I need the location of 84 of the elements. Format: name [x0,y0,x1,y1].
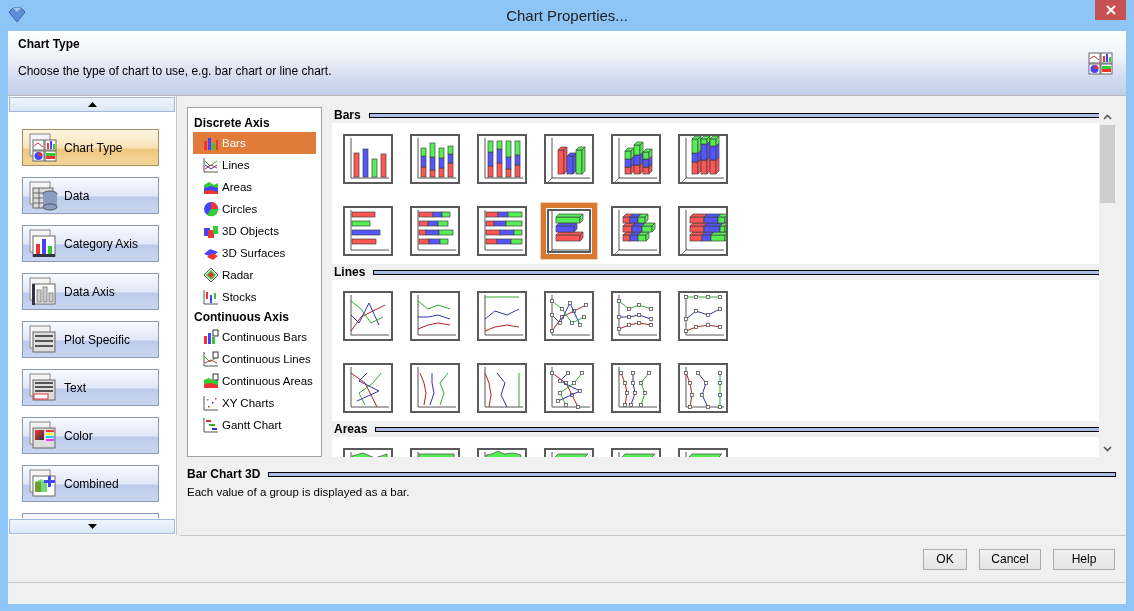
nav-button[interactable]: Color [22,417,159,454]
chart-option[interactable] [477,134,527,184]
dialog-button[interactable]: Cancel [979,548,1041,570]
list-item[interactable]: Areas [193,176,316,198]
database-icon [27,179,60,212]
list-item[interactable]: 3D Surfaces [193,242,316,264]
list-item[interactable]: XY Charts [193,392,316,414]
area-chart-icon [203,373,219,389]
nav-button[interactable]: Data Axis [22,273,159,310]
dialog-button[interactable]: OK [923,548,967,570]
chart-option[interactable] [477,206,527,256]
chart-option[interactable] [410,134,460,184]
nav-button[interactable]: Chart Type [22,129,159,166]
caret-up-icon [87,102,97,107]
chart-option[interactable] [544,134,594,184]
list-item[interactable]: Lines [193,154,316,176]
chart-option[interactable] [544,291,594,341]
page-title: Chart Type [18,37,80,51]
line-chart-icon [203,157,219,173]
window-title: Chart Properties... [506,7,628,24]
chart-option[interactable] [477,291,527,341]
chart-grid-icon [27,131,60,164]
section-heading: Bars [334,108,361,122]
list-item[interactable]: Continuous Lines [193,348,316,370]
chart-option[interactable] [410,206,460,256]
chart-option[interactable] [410,291,460,341]
section-heading: Areas [334,422,368,436]
chart-option[interactable] [611,206,661,256]
chart-option[interactable] [410,363,460,413]
nav-button[interactable]: Combined [22,465,159,502]
chart-option[interactable] [678,291,728,341]
group-heading: Discrete Axis [193,115,271,132]
caret-down-icon [87,524,97,529]
list-item[interactable]: Radar [193,264,316,286]
list-item[interactable]: Circles [193,198,316,220]
chart-option[interactable] [477,363,527,413]
chart-option[interactable] [611,291,661,341]
chevron-up-icon [1103,114,1112,120]
chart-option[interactable] [678,134,728,184]
radar-icon [203,267,219,283]
list-item[interactable]: Continuous Areas [193,370,316,392]
bar-chart-icon [613,208,659,254]
nav-button[interactable]: Plot Specific [22,321,159,358]
bar-chart-icon [680,208,726,254]
pie-chart-icon [203,201,219,217]
chevron-down-icon [1103,446,1112,452]
section-heading: Lines [334,265,366,279]
close-icon [1105,5,1116,15]
chart-option[interactable] [343,363,393,413]
list-item[interactable]: Stocks [193,286,316,308]
scrollbar-thumb[interactable] [1100,125,1115,203]
line-chart-icon [203,351,219,367]
list-item[interactable]: Gantt Chart [193,414,316,436]
nav-button[interactable]: Text [22,369,159,406]
bar-chart-icon [613,136,659,182]
gantt-icon [203,417,219,433]
scatter-icon [203,395,219,411]
bar-chart-icon [203,135,219,151]
bar-chart-icon [546,208,592,254]
list-item[interactable]: 3D Objects [193,220,316,242]
group-heading: Continuous Axis [193,309,290,326]
chart-option[interactable] [611,363,661,413]
chart-option[interactable] [678,363,728,413]
chart-option[interactable] [343,291,393,341]
description-text: Each value of a group is displayed as a bar. [187,486,411,498]
chart-option[interactable] [343,134,393,184]
dialog-button[interactable]: Help [1053,548,1115,570]
chart-option[interactable] [611,134,661,184]
chart-option[interactable] [678,206,728,256]
bar-chart-icon [203,329,219,345]
nav-button[interactable]: Category Axis [22,225,159,262]
nav-button[interactable]: Data [22,177,159,214]
list-item[interactable]: Continuous Bars [193,326,316,348]
chart-option[interactable] [343,206,393,256]
bar-chart-icon [680,136,726,182]
area-chart-icon [203,179,219,195]
close-button[interactable] [1095,0,1126,20]
bar-chart-icon [546,136,592,182]
cubes-icon [203,223,219,239]
candlestick-icon [203,289,219,305]
description-title: Bar Chart 3D [187,467,261,481]
chart-option[interactable] [544,363,594,413]
diamond-icon [8,7,26,23]
page-description: Choose the type of chart to use, e.g. bar chart or line chart. [18,64,332,78]
